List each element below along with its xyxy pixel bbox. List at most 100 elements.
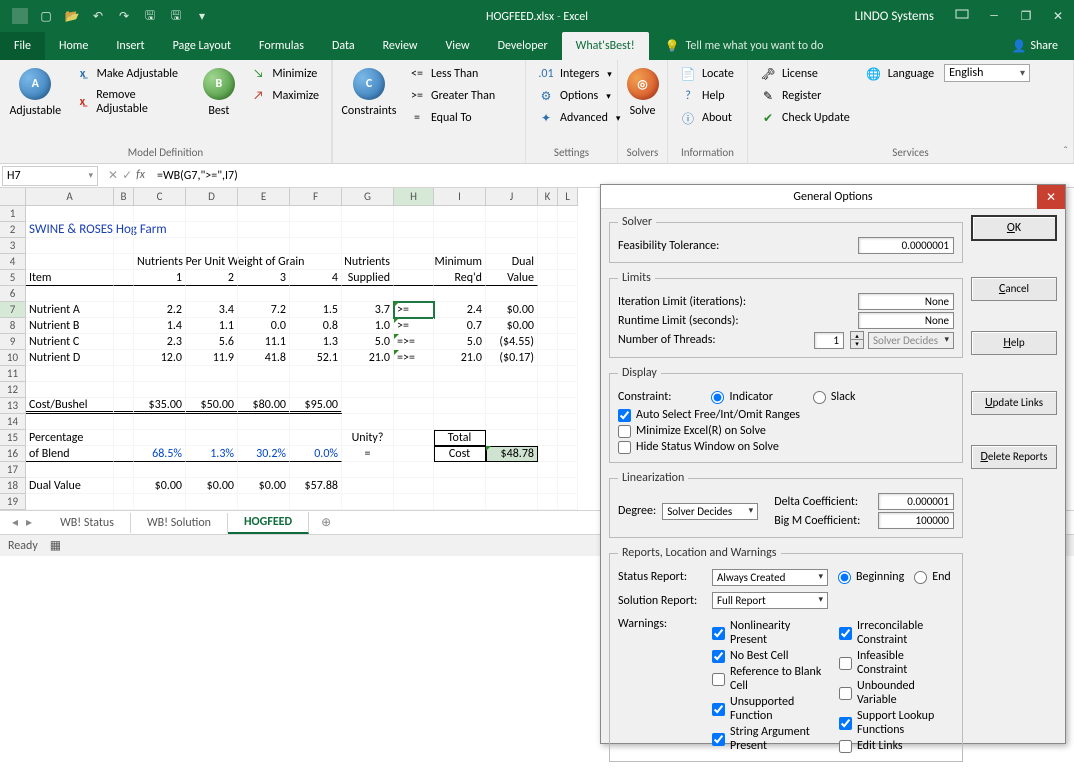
cell[interactable]	[394, 270, 434, 286]
row-header[interactable]: 9	[0, 334, 26, 350]
cell[interactable]	[26, 494, 114, 510]
minimize-button[interactable]: ―	[978, 0, 1010, 32]
col-header-C[interactable]: C	[134, 188, 186, 206]
cell[interactable]	[558, 446, 578, 462]
cell[interactable]	[342, 366, 394, 382]
cell[interactable]	[394, 286, 434, 302]
cell[interactable]	[342, 462, 394, 478]
cell[interactable]	[114, 270, 134, 286]
cell[interactable]	[114, 334, 134, 350]
row-header[interactable]: 8	[0, 318, 26, 334]
cell[interactable]	[538, 254, 558, 270]
cell[interactable]: $0.00	[186, 478, 238, 494]
cell[interactable]	[290, 430, 342, 446]
cell[interactable]: Percentage	[26, 430, 114, 446]
collapse-ribbon-icon[interactable]: ˆ	[1063, 145, 1068, 159]
cell[interactable]: $0.00	[238, 478, 290, 494]
cell[interactable]	[558, 270, 578, 286]
cell[interactable]: 5.0	[342, 334, 394, 350]
cell[interactable]: Unity?	[342, 430, 394, 446]
cell[interactable]	[342, 206, 394, 222]
cell[interactable]: 7.2	[238, 302, 290, 318]
cell[interactable]	[134, 286, 186, 302]
cell[interactable]	[114, 222, 134, 238]
cell[interactable]: Total	[434, 430, 486, 446]
cell[interactable]	[290, 222, 342, 238]
cell[interactable]	[342, 478, 394, 494]
cell[interactable]	[342, 286, 394, 302]
cell[interactable]	[558, 382, 578, 398]
col-header-L[interactable]: L	[558, 188, 578, 206]
make-adjustable-button[interactable]: x̲Make Adjustable	[71, 64, 192, 84]
row-header[interactable]: 10	[0, 350, 26, 366]
cell[interactable]: 3.4	[186, 302, 238, 318]
cell[interactable]	[538, 350, 558, 366]
cell[interactable]	[538, 446, 558, 462]
tab-insert[interactable]: Insert	[102, 32, 158, 60]
cell[interactable]	[434, 494, 486, 510]
cell[interactable]	[114, 462, 134, 478]
status-report-select[interactable]: Always Created	[712, 569, 828, 586]
save-as-icon[interactable]: 🖫	[164, 4, 188, 28]
cell[interactable]: Item	[26, 270, 114, 286]
open-icon[interactable]: 📂	[60, 4, 84, 28]
cell[interactable]	[538, 286, 558, 302]
cell[interactable]: 1	[134, 270, 186, 286]
cell[interactable]: $95.00	[290, 398, 342, 414]
auto-select-checkbox[interactable]: Auto Select Free/Int/Omit Ranges	[618, 408, 954, 422]
bigm-input[interactable]: 100000	[878, 512, 954, 529]
cell[interactable]	[486, 238, 538, 254]
cell[interactable]: 30.2%	[238, 446, 290, 462]
solve-button[interactable]: ◎ Solve	[626, 64, 659, 118]
cell[interactable]	[558, 366, 578, 382]
cell[interactable]	[394, 254, 434, 270]
cell[interactable]: 5.0	[434, 334, 486, 350]
warn-refblank-checkbox[interactable]: Reference to Blank Cell	[712, 665, 827, 693]
cell[interactable]	[26, 462, 114, 478]
cell[interactable]	[558, 222, 578, 238]
cell[interactable]: $80.00	[238, 398, 290, 414]
cell[interactable]: Nutrient D	[26, 350, 114, 366]
cell[interactable]	[186, 382, 238, 398]
cell[interactable]: $0.00	[486, 318, 538, 334]
cell[interactable]	[538, 430, 558, 446]
cell[interactable]	[434, 286, 486, 302]
best-button[interactable]: B Best	[199, 64, 238, 118]
cell[interactable]	[238, 238, 290, 254]
cell[interactable]	[486, 398, 538, 414]
cell[interactable]	[114, 350, 134, 366]
cell[interactable]	[290, 494, 342, 510]
cell[interactable]	[186, 494, 238, 510]
register-button[interactable]: ✎Register	[756, 86, 854, 106]
hide-status-checkbox[interactable]: Hide Status Window on Solve	[618, 440, 954, 454]
cell[interactable]	[538, 238, 558, 254]
cell[interactable]: 68.5%	[134, 446, 186, 462]
cell[interactable]	[238, 430, 290, 446]
select-all-button[interactable]	[0, 188, 26, 206]
cell[interactable]: 4	[290, 270, 342, 286]
col-header-E[interactable]: E	[238, 188, 290, 206]
close-button[interactable]: ✕	[1042, 0, 1074, 32]
cell[interactable]: 1.3	[290, 334, 342, 350]
cell[interactable]	[290, 286, 342, 302]
cell[interactable]	[486, 222, 538, 238]
undo-icon[interactable]: ↶	[86, 4, 110, 28]
cell[interactable]: 41.8	[238, 350, 290, 366]
cell[interactable]	[26, 366, 114, 382]
row-header[interactable]: 16	[0, 446, 26, 462]
cell[interactable]: Value	[486, 270, 538, 286]
cell[interactable]: >=	[394, 302, 434, 318]
minimize-button[interactable]: ↘Minimize	[246, 64, 323, 84]
cell[interactable]: Dual	[486, 254, 538, 270]
cell[interactable]: 3.7	[342, 302, 394, 318]
cell[interactable]	[538, 462, 558, 478]
cell[interactable]	[558, 286, 578, 302]
cell[interactable]: 12.0	[134, 350, 186, 366]
warn-unbounded-checkbox[interactable]: Unbounded Variable	[839, 679, 954, 707]
cell[interactable]	[434, 366, 486, 382]
cell[interactable]	[434, 478, 486, 494]
greater-than-button[interactable]: >=Greater Than	[405, 86, 499, 106]
cell[interactable]: 1.5	[290, 302, 342, 318]
degree-select[interactable]: Solver Decides	[662, 503, 758, 520]
warn-unsupported-checkbox[interactable]: Unsupported Function	[712, 695, 827, 723]
